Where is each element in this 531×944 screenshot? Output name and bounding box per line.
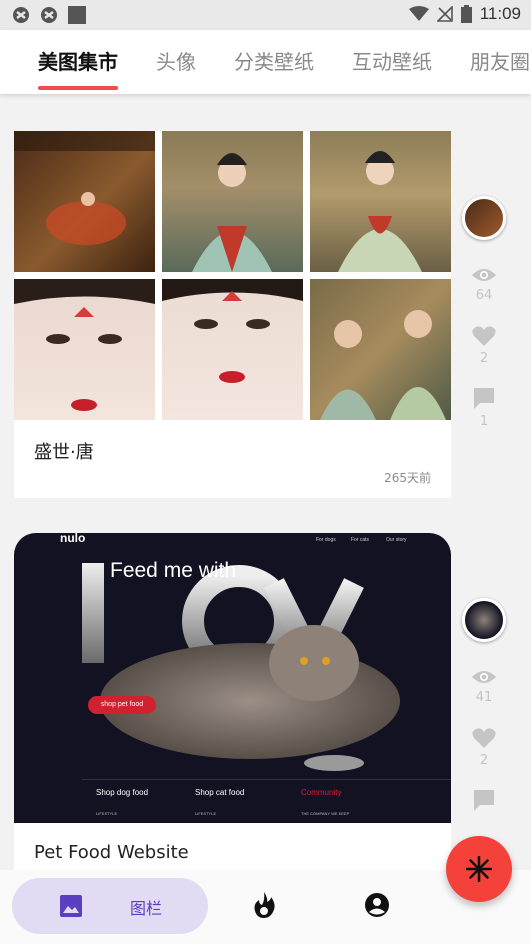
account-icon[interactable] (365, 893, 389, 917)
status-bar: 11:09 (0, 0, 531, 30)
snowflake-icon (466, 856, 492, 882)
image-icon (60, 895, 82, 917)
like-count-value: 2 (479, 753, 489, 768)
post-card[interactable]: 盛世·唐 265天前 (14, 131, 451, 498)
photo-thumbnail[interactable] (310, 279, 451, 420)
heart-icon[interactable] (472, 727, 496, 749)
clock-time: 11:09 (479, 4, 521, 23)
post-title: 盛世·唐 (34, 442, 94, 463)
footer-link: Shop cat food (195, 788, 245, 797)
like-count-value: 2 (479, 351, 489, 366)
comment-count[interactable]: 1 (472, 386, 496, 429)
post-stats: 41 2 (460, 598, 508, 812)
snowflake-fab[interactable] (446, 836, 512, 902)
category-tab-bar: 美图集市 头像 分类壁纸 互动壁纸 朋友圈 (0, 30, 531, 94)
notification-icons (12, 6, 86, 24)
tab-category-wallpaper[interactable]: 分类壁纸 (234, 46, 314, 75)
shop-pet-food-button: shop pet food (88, 696, 156, 714)
photo-thumbnail[interactable] (162, 279, 303, 420)
like-count[interactable]: 2 (472, 325, 496, 366)
photo-thumbnail[interactable] (310, 131, 451, 272)
site-nav-link: For dogs (316, 537, 336, 543)
website-preview-image[interactable]: nulo For dogs For cats Our story Feed me… (14, 533, 451, 823)
photo-thumbnail[interactable] (162, 131, 303, 272)
photo-thumbnail[interactable] (14, 131, 155, 272)
post-stats: 64 2 1 (460, 196, 508, 429)
footer-sub: LIFESTYLE (195, 811, 217, 816)
view-count-value: 41 (475, 690, 493, 705)
square-notification-icon (68, 6, 86, 24)
post-title: Pet Food Website (34, 842, 189, 863)
wifi-icon (408, 6, 429, 21)
brand-logo: nulo (60, 533, 86, 545)
tab-moments[interactable]: 朋友圈 (470, 46, 530, 75)
comment-icon[interactable] (472, 386, 496, 410)
heart-icon[interactable] (472, 325, 496, 347)
nav-gallery-label: 图栏 (130, 899, 163, 918)
author-avatar[interactable] (462, 598, 506, 642)
tab-market[interactable]: 美图集市 (38, 46, 118, 75)
tab-interactive-wallpaper[interactable]: 互动壁纸 (352, 46, 432, 75)
app-notification-icon (13, 7, 29, 23)
battery-icon (460, 5, 472, 23)
nav-gallery-tab[interactable]: 图栏 (12, 878, 208, 934)
photo-thumbnail[interactable] (14, 279, 155, 420)
post-time: 265天前 (384, 471, 431, 485)
eye-icon (472, 671, 496, 683)
view-count: 41 (471, 668, 497, 705)
photo-grid (14, 131, 451, 420)
footer-link: Community (301, 788, 342, 797)
no-signal-icon (436, 6, 453, 22)
comment-count-value: 1 (479, 414, 489, 429)
tab-avatar[interactable]: 头像 (156, 46, 196, 75)
footer-sub: LIFESTYLE (96, 811, 118, 816)
post-card[interactable]: nulo For dogs For cats Our story Feed me… (14, 533, 451, 873)
fire-icon[interactable] (253, 892, 275, 918)
comment-count[interactable] (472, 788, 496, 812)
footer-sub: THE COMPANY WE KEEP (301, 811, 350, 816)
view-count-value: 64 (475, 288, 493, 303)
view-count: 64 (471, 266, 497, 303)
site-nav-link: For cats (351, 537, 370, 543)
footer-link: Shop dog food (96, 788, 149, 797)
site-nav-link: Our story (386, 537, 407, 543)
like-count[interactable]: 2 (472, 727, 496, 768)
eye-icon (472, 269, 496, 281)
app-notification-icon (41, 7, 57, 23)
active-tab-indicator (38, 86, 118, 90)
preview-headline: Feed me with (110, 559, 237, 582)
comment-icon[interactable] (472, 788, 496, 812)
author-avatar[interactable] (462, 196, 506, 240)
